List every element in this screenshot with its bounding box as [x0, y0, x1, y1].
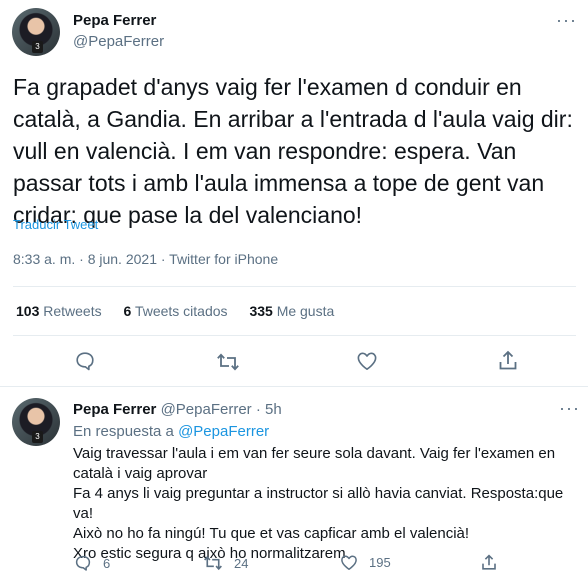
- translate-tweet-link[interactable]: Traducir Tweet: [13, 217, 98, 232]
- likes-label: Me gusta: [276, 303, 335, 319]
- in-reply-handle[interactable]: @PepaFerrer: [178, 423, 269, 440]
- share-icon[interactable]: [498, 349, 518, 371]
- stats-row: 103 Retweets 6 Tweets citados 335 Me gus…: [16, 303, 334, 319]
- divider: [13, 286, 576, 287]
- reply-line: català i vaig aprovar: [73, 465, 208, 482]
- author-handle[interactable]: @PepaFerrer: [73, 33, 164, 50]
- avatar-badge: 3: [32, 431, 43, 443]
- tweet-text: Fa grapadet d'anys vaig fer l'examen d c…: [13, 74, 573, 228]
- divider: [13, 335, 576, 336]
- reply-icon[interactable]: [74, 350, 96, 372]
- retweets-stat[interactable]: 103 Retweets: [16, 303, 106, 319]
- author-name[interactable]: Pepa Ferrer: [73, 12, 156, 29]
- like-action[interactable]: 195: [340, 554, 391, 571]
- more-options-icon[interactable]: ···: [556, 10, 577, 31]
- in-reply-to: En respuesta a @PepaFerrer: [73, 423, 269, 440]
- reply-line: Xro estic segura q això ho normalitzarem: [73, 545, 346, 562]
- reply-author-name[interactable]: Pepa Ferrer: [73, 401, 156, 418]
- share-icon[interactable]: [481, 553, 497, 571]
- retweet-count: 24: [234, 555, 249, 571]
- reply-line: Això no ho fa ningú! Tu que et vas capfi…: [73, 525, 470, 542]
- reply-more-options-icon[interactable]: ···: [559, 398, 580, 419]
- reply-count: 6: [103, 555, 111, 571]
- like-icon[interactable]: [356, 351, 378, 371]
- reply-line: Vaig travessar l'aula i em van fer seure…: [73, 445, 556, 462]
- quotes-count: 6: [123, 303, 132, 319]
- like-count: 195: [369, 555, 391, 570]
- in-reply-prefix: En respuesta a: [73, 423, 174, 440]
- reply-icon: [75, 555, 91, 571]
- reply-avatar[interactable]: 3: [12, 398, 60, 446]
- avatar[interactable]: 3: [12, 8, 60, 56]
- like-icon: [341, 555, 357, 570]
- likes-count: 335: [249, 303, 273, 319]
- reply-line: Fa 4 anys li vaig preguntar a instructor…: [73, 485, 564, 522]
- retweets-count: 103: [16, 303, 40, 319]
- reply-action[interactable]: 6: [74, 554, 110, 572]
- divider: [0, 386, 588, 397]
- reply-text: Vaig travessar l'aula i em van fer seure…: [73, 444, 583, 564]
- retweets-label: Retweets: [43, 303, 102, 319]
- quotes-label: Tweets citados: [134, 303, 228, 319]
- tweet-timestamp[interactable]: 8:33 a. m. · 8 jun. 2021 · Twitter for i…: [13, 251, 278, 267]
- avatar-badge: 3: [32, 41, 43, 53]
- likes-stat[interactable]: 335 Me gusta: [249, 303, 334, 319]
- retweet-icon: [204, 555, 222, 571]
- reply-header: Pepa Ferrer @PepaFerrer · 5h: [73, 401, 282, 418]
- retweet-icon[interactable]: [216, 351, 240, 373]
- retweet-action[interactable]: 24: [203, 554, 248, 572]
- quotes-stat[interactable]: 6 Tweets citados: [124, 303, 232, 319]
- reply-author-handle[interactable]: @PepaFerrer · 5h: [161, 401, 282, 418]
